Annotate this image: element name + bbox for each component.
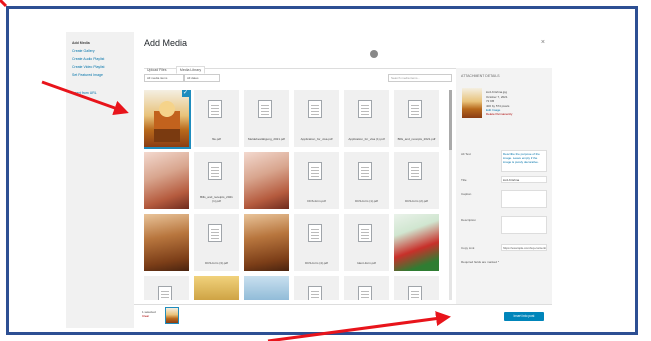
document-icon [358, 286, 372, 300]
menu-item-create-video-playlist[interactable]: Create Video Playlist [72, 65, 128, 69]
copy-link-label: Copy Link [461, 246, 475, 250]
media-grid: ✓ file.pdf Meldebestätigung_2021.pdf Applic… [144, 90, 444, 300]
menu-item-set-featured-image[interactable]: Set Featured Image [72, 73, 128, 77]
details-meta: lord-Krishna.jpg October 7, 2021 72 KB 4… [486, 90, 512, 117]
media-tile[interactable] [144, 152, 189, 209]
media-tile[interactable] [344, 276, 389, 300]
document-icon [158, 286, 172, 300]
media-tile[interactable]: ✓ [144, 90, 191, 149]
details-thumbnail [462, 88, 482, 118]
media-type-filter[interactable]: All media items [144, 74, 184, 82]
tile-caption: DCS-form (2).pdf [405, 199, 428, 203]
tile-caption: Application_for_visa.pdf [300, 137, 333, 141]
media-tile[interactable]: DCS-form (2).pdf [394, 152, 439, 209]
tile-caption: Application_for_visa (1).pdf [348, 137, 385, 141]
scrollbar-thumb[interactable] [449, 90, 452, 150]
media-tile[interactable]: DCS-form (4).pdf [294, 214, 339, 271]
document-icon [208, 224, 222, 242]
document-icon [358, 162, 372, 180]
media-tile[interactable] [294, 276, 339, 300]
tile-caption: Bills_and_receipts_2021 (1).pdf [200, 195, 233, 203]
document-icon [408, 100, 422, 118]
alt-text-field[interactable]: Describe the purpose of the image. Leave… [501, 150, 547, 172]
search-input[interactable]: Search media items... [388, 74, 452, 82]
document-icon [408, 162, 422, 180]
document-icon [358, 100, 372, 118]
close-icon[interactable]: × [541, 39, 545, 46]
media-tile[interactable]: file.pdf [194, 90, 239, 147]
date-filter[interactable]: All dates [184, 74, 220, 82]
media-modal-menu: Add Media Create Gallery Create Audio Pl… [66, 32, 134, 328]
delete-permanently-link[interactable]: Delete Permanently [486, 112, 512, 117]
media-tile[interactable] [144, 214, 189, 271]
media-modal-footer: 1 selected Clear Insert into post [134, 304, 552, 328]
tile-caption: Meldebestätigung_2021.pdf [247, 137, 286, 141]
media-tile[interactable]: Bills_and_receipts_2021 (1).pdf [194, 152, 239, 209]
media-tile[interactable]: Application_for_visa.pdf [294, 90, 339, 147]
caption-label: Caption [461, 192, 472, 196]
tile-caption: file.pdf [212, 137, 221, 141]
document-icon [408, 286, 422, 300]
menu-item-add-media[interactable]: Add Media [72, 41, 128, 45]
menu-item-insert-from-url[interactable]: Insert from URL [72, 91, 128, 95]
drag-handle-icon [370, 50, 378, 58]
document-icon [308, 286, 322, 300]
deity-figure [154, 98, 180, 142]
media-modal-screenshot: Add Media Create Gallery Create Audio Pl… [66, 32, 552, 328]
media-tile[interactable] [194, 276, 239, 300]
details-title: Attachment Details [461, 74, 500, 78]
menu-item-create-audio-playlist[interactable]: Create Audio Playlist [72, 57, 128, 61]
tile-caption: DCS-form.pdf [307, 199, 326, 203]
tile-caption: Ident-form.pdf [357, 261, 376, 265]
media-tile[interactable]: Ident-form.pdf [344, 214, 389, 271]
tile-caption: DCS-form (4).pdf [305, 261, 328, 265]
media-tile[interactable]: Bills_and_receipts_2021.pdf [394, 90, 439, 147]
caption-field[interactable] [501, 190, 547, 208]
title-label: Title [461, 178, 467, 182]
selection-info: 1 selected Clear [142, 310, 156, 318]
alt-text-label: Alt Text [461, 152, 471, 156]
insert-into-post-button[interactable]: Insert into post [504, 312, 544, 321]
copy-link-field[interactable]: https://example.com/wp-content/... [501, 244, 547, 251]
media-tile[interactable] [244, 276, 289, 300]
document-icon [208, 162, 222, 180]
media-tile[interactable]: Meldebestätigung_2021.pdf [244, 90, 289, 147]
modal-title: Add Media [144, 38, 188, 48]
tab-media-library[interactable]: Media Library [175, 66, 206, 74]
media-tile[interactable]: DCS-form.pdf [294, 152, 339, 209]
media-modal-main: Add Media × Upload Files Media Library A… [134, 32, 552, 328]
required-note: Required fields are marked * [461, 260, 500, 264]
tile-caption: DCS-form (3).pdf [205, 261, 228, 265]
selected-thumbnail[interactable] [165, 307, 179, 324]
alt-text-help[interactable]: Describe the purpose of the image. Leave… [502, 151, 546, 165]
tab-upload-files[interactable]: Upload Files [144, 67, 169, 73]
tile-caption: DCS-form (1).pdf [355, 199, 378, 203]
media-tile[interactable] [394, 276, 439, 300]
check-icon[interactable]: ✓ [182, 90, 189, 97]
media-tile[interactable] [244, 152, 289, 209]
attachment-details-panel: Attachment Details lord-Krishna.jpg Octo… [456, 68, 552, 304]
media-tile[interactable]: Application_for_visa (1).pdf [344, 90, 389, 147]
document-icon [308, 224, 322, 242]
document-icon [208, 100, 222, 118]
description-label: Description [461, 218, 477, 222]
document-icon [308, 100, 322, 118]
document-icon [358, 224, 372, 242]
clear-selection-link[interactable]: Clear [142, 314, 156, 318]
media-tile[interactable]: DCS-form (3).pdf [194, 214, 239, 271]
title-field[interactable]: lord-Krishna [501, 176, 547, 183]
menu-item-create-gallery[interactable]: Create Gallery [72, 49, 128, 53]
tile-caption: Bills_and_receipts_2021.pdf [397, 137, 436, 141]
grid-scrollbar[interactable] [449, 90, 452, 300]
media-tile[interactable] [394, 214, 439, 271]
media-tile[interactable] [144, 276, 189, 300]
document-icon [308, 162, 322, 180]
media-tile[interactable] [244, 214, 289, 271]
description-field[interactable] [501, 216, 547, 234]
media-tile[interactable]: DCS-form (1).pdf [344, 152, 389, 209]
document-icon [258, 100, 272, 118]
